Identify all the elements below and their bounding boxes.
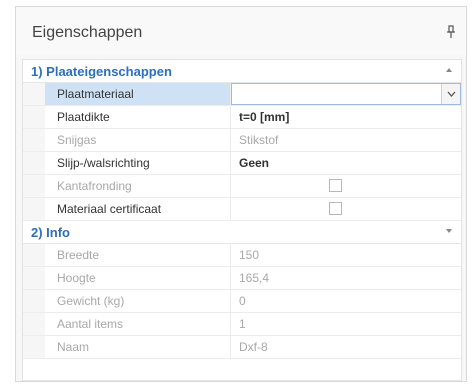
property-grid: 1) Plaateigenschappen Plaatmateriaal Pla…	[22, 59, 462, 381]
property-row-naam: Naam Dxf-8	[23, 336, 461, 359]
property-row-aantal-items: Aantal items 1	[23, 313, 461, 336]
property-row-kantafronding: Kantafronding	[23, 175, 461, 198]
property-row-plaatdikte[interactable]: Plaatdikte t=0 [mm]	[23, 106, 461, 129]
row-indent	[23, 336, 45, 358]
property-value: 0	[239, 294, 246, 308]
panel-header: Eigenschappen	[16, 7, 466, 55]
plaatmateriaal-dropdown[interactable]	[231, 83, 461, 105]
section-label: 1) Plaateigenschappen	[31, 64, 172, 79]
property-row-materiaal-certificaat[interactable]: Materiaal certificaat	[23, 198, 461, 221]
property-name: Snijgas	[45, 129, 231, 151]
property-value	[231, 175, 461, 197]
property-name: Plaatdikte	[45, 106, 231, 128]
property-name: Materiaal certificaat	[45, 198, 231, 220]
property-value: 1	[239, 317, 246, 331]
property-row-hoogte: Hoogte 165,4	[23, 267, 461, 290]
row-indent	[23, 244, 45, 266]
property-value[interactable]: t=0 [mm]	[231, 106, 461, 128]
row-indent	[23, 267, 45, 289]
property-name: Slijp-/walsrichting	[45, 152, 231, 174]
dropdown-arrow[interactable]	[441, 84, 460, 104]
row-indent	[23, 152, 45, 174]
property-value	[231, 198, 461, 220]
section-label: 2) Info	[31, 225, 70, 240]
row-indent	[23, 290, 45, 312]
section-info[interactable]: 2) Info	[23, 221, 461, 244]
property-value: Dxf-8	[239, 340, 268, 354]
property-name: Gewicht (kg)	[45, 290, 231, 312]
row-indent	[23, 129, 45, 151]
property-row-slijprichting[interactable]: Slijp-/walsrichting Geen	[23, 152, 461, 175]
property-value: 165,4	[239, 271, 270, 285]
chevron-down-icon	[447, 91, 455, 97]
properties-panel: Eigenschappen 1) Plaateigenschappen Plaa…	[15, 6, 467, 382]
kantafronding-checkbox	[329, 179, 342, 192]
section-plaateigenschappen[interactable]: 1) Plaateigenschappen	[23, 60, 461, 83]
property-row-gewicht: Gewicht (kg) 0	[23, 290, 461, 313]
row-indent	[23, 313, 45, 335]
property-value: Stikstof	[239, 133, 279, 147]
row-indent	[23, 83, 45, 105]
property-name: Hoogte	[45, 267, 231, 289]
row-indent	[23, 175, 45, 197]
row-indent	[23, 198, 45, 220]
chevron-up-icon[interactable]	[445, 66, 453, 74]
property-row-plaatmateriaal[interactable]: Plaatmateriaal	[23, 83, 461, 106]
property-name: Kantafronding	[45, 175, 231, 197]
property-value[interactable]: Geen	[231, 152, 461, 174]
property-name: Breedte	[45, 244, 231, 266]
pin-icon[interactable]	[446, 25, 456, 39]
property-row-breedte: Breedte 150	[23, 244, 461, 267]
panel-title: Eigenschappen	[32, 24, 143, 41]
property-value: 150	[239, 248, 260, 262]
property-row-snijgas: Snijgas Stikstof	[23, 129, 461, 152]
property-name: Aantal items	[45, 313, 231, 335]
chevron-down-icon[interactable]	[445, 227, 453, 235]
materiaal-certificaat-checkbox[interactable]	[329, 202, 342, 215]
property-name: Naam	[45, 336, 231, 358]
row-indent	[23, 106, 45, 128]
property-name: Plaatmateriaal	[45, 83, 231, 105]
